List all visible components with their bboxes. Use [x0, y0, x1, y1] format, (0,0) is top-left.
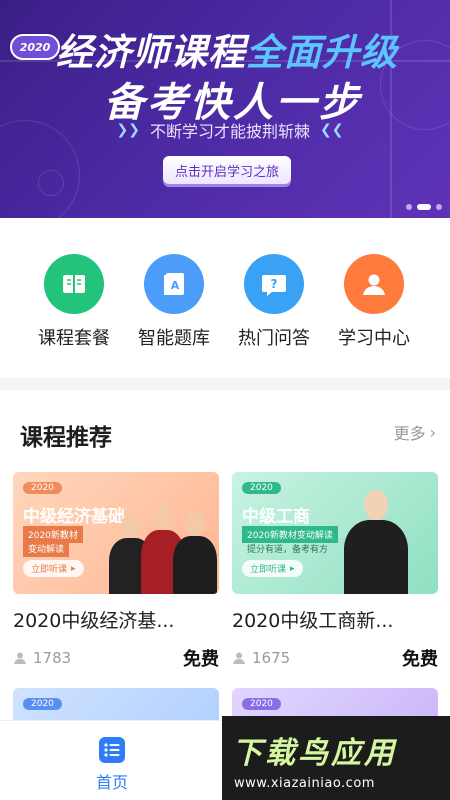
- chevron-right-icon: ›: [429, 422, 436, 442]
- thumbnail-subtitle-2: 提分有道，备考有方: [247, 545, 329, 555]
- more-link[interactable]: 更多 ›: [394, 420, 436, 444]
- course-meta: 1675 免费: [232, 645, 438, 671]
- banner-title-main: 经济师课程: [56, 31, 246, 74]
- view-count-value: 1783: [33, 649, 72, 667]
- nav-question-bank[interactable]: A 智能题库: [124, 254, 224, 350]
- view-count: 1783: [13, 649, 71, 667]
- decor-circle: [38, 170, 64, 196]
- home-list-icon: [99, 737, 125, 763]
- more-label: 更多: [393, 424, 426, 443]
- tab-home-label: 首页: [95, 773, 128, 792]
- course-name[interactable]: 2020中级工商新...: [232, 606, 438, 633]
- nav-study-center[interactable]: 学习中心: [324, 254, 424, 350]
- section-title: 课程推荐: [20, 425, 112, 451]
- view-count: 1675: [232, 649, 290, 667]
- teacher-photo: [173, 512, 217, 594]
- svg-text:?: ?: [271, 277, 278, 291]
- listen-now-pill[interactable]: 立即听课 ▸: [23, 560, 84, 577]
- decor-circle: [0, 120, 80, 218]
- nav-label: 热门问答: [238, 328, 310, 349]
- course-card[interactable]: 2020 中级经济基础 2020新教材 变动解读 立即听课 ▸ 2020中级经济基…: [13, 472, 219, 671]
- year-tag: 2020: [242, 698, 281, 710]
- start-learning-button[interactable]: 点击开启学习之旅: [163, 156, 291, 184]
- tab-home[interactable]: 首页: [74, 735, 150, 793]
- carousel-dot[interactable]: [406, 204, 412, 210]
- app-screen: 2020 经济师课程全面升级 备考快人一步 ❯❯ 不断学习才能披荆斩棘 ❮❮ 点…: [0, 0, 450, 800]
- person-icon: [14, 652, 26, 664]
- play-icon: ▸: [71, 563, 76, 574]
- nav-course-package[interactable]: 课程套餐: [24, 254, 124, 350]
- svg-text:A: A: [171, 279, 180, 292]
- course-name[interactable]: 2020中级经济基...: [13, 606, 219, 633]
- price-label: 免费: [402, 649, 438, 670]
- question-bank-icon: A: [144, 254, 204, 314]
- course-thumbnail[interactable]: 2020 中级工商 2020新教材变动解读 提分有道，备考有方 立即听课 ▸: [232, 472, 438, 594]
- pill-label: 立即听课: [31, 565, 68, 575]
- year-badge: 2020: [10, 34, 60, 60]
- nav-label: 学习中心: [338, 328, 410, 349]
- watermark-logo: 下载鸟应用: [232, 736, 397, 771]
- course-thumbnail[interactable]: 2020 中级经济基础 2020新教材 变动解读 立即听课 ▸: [13, 472, 219, 594]
- pill-label: 立即听课: [250, 565, 287, 575]
- nav-label: 课程套餐: [38, 328, 110, 349]
- question-icon: ?: [244, 254, 304, 314]
- promo-banner[interactable]: 2020 经济师课程全面升级 备考快人一步 ❯❯ 不断学习才能披荆斩棘 ❮❮ 点…: [0, 0, 450, 218]
- view-count-value: 1675: [252, 649, 291, 667]
- watermark-url: www.xiazainiao.com: [234, 776, 375, 791]
- watermark: 下载鸟应用 www.xiazainiao.com: [222, 716, 450, 800]
- double-chevron-right-icon: ❯❯: [116, 122, 140, 138]
- nav-hot-qa[interactable]: ? 热门问答: [224, 254, 324, 350]
- carousel-indicator[interactable]: [406, 204, 442, 210]
- banner-title-highlight: 全面升级: [246, 31, 398, 74]
- year-tag: 2020: [23, 698, 62, 710]
- person-icon: [233, 652, 245, 664]
- book-icon: [44, 254, 104, 314]
- listen-now-pill[interactable]: 立即听课 ▸: [242, 560, 303, 577]
- year-tag: 2020: [242, 482, 281, 494]
- section-divider: [0, 378, 450, 390]
- nav-label: 智能题库: [138, 328, 210, 349]
- banner-tagline-row: ❯❯ 不断学习才能披荆斩棘 ❮❮: [100, 118, 360, 142]
- quick-nav: 课程套餐 A 智能题库 ? 热门问答 学习中心: [0, 218, 450, 378]
- price-label: 免费: [183, 649, 219, 670]
- play-icon: ▸: [290, 563, 295, 574]
- carousel-dot-active[interactable]: [417, 204, 431, 210]
- thumbnail-title: 中级工商: [242, 507, 310, 527]
- teacher-photo: [344, 490, 408, 594]
- user-icon: [344, 254, 404, 314]
- double-chevron-left-icon: ❮❮: [320, 122, 344, 138]
- course-meta: 1783 免费: [13, 645, 219, 671]
- banner-title: 经济师课程全面升级: [56, 22, 398, 76]
- year-tag: 2020: [23, 482, 62, 494]
- thumbnail-subtitle-2: 变动解读: [23, 540, 70, 557]
- course-card[interactable]: 2020 中级工商 2020新教材变动解读 提分有道，备考有方 立即听课 ▸ 20…: [232, 472, 438, 671]
- banner-tagline: 不断学习才能披荆斩棘: [149, 122, 310, 141]
- carousel-dot[interactable]: [436, 204, 442, 210]
